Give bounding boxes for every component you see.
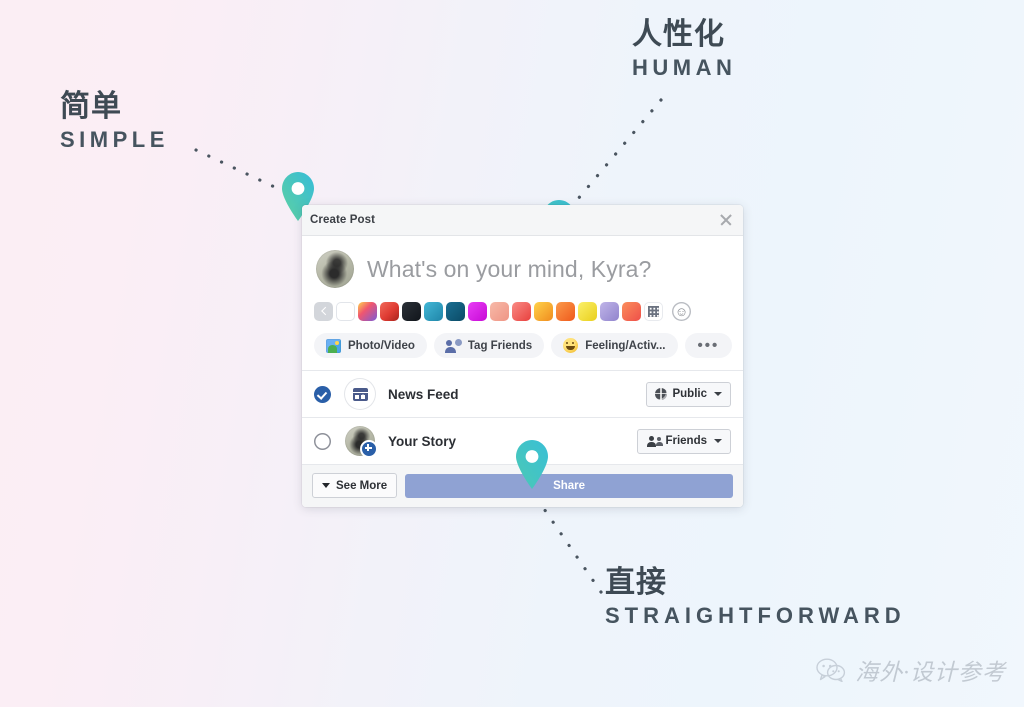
swatch-teal-paper[interactable]: [424, 301, 443, 321]
ellipsis-icon: •••: [697, 336, 720, 354]
watermark: 海外·设计参考: [816, 653, 1006, 687]
see-more-button[interactable]: See More: [312, 473, 398, 498]
more-options-button[interactable]: •••: [684, 333, 733, 358]
audience-friends-label: Friends: [665, 435, 707, 447]
swatch-orange-flame[interactable]: [556, 301, 575, 321]
news-feed-icon: [345, 379, 375, 409]
destination-row-news-feed[interactable]: News Feed Public: [302, 371, 743, 418]
connector-human: [565, 98, 663, 214]
your-story-label: Your Story: [388, 433, 457, 449]
swatch-colorful-burst[interactable]: [358, 301, 377, 321]
close-icon[interactable]: [719, 213, 733, 227]
swatch-smiley-yellow[interactable]: [534, 301, 553, 321]
tag-friends-icon: [444, 338, 462, 353]
news-feed-radio[interactable]: [314, 385, 331, 403]
photo-video-icon: [326, 338, 341, 353]
annotation-straightforward-en: STRAIGHTFORWARD: [605, 602, 906, 628]
swatch-peach-eye[interactable]: [490, 301, 509, 321]
your-story-radio[interactable]: [314, 433, 331, 450]
swatch-grid-more-icon[interactable]: [644, 301, 663, 321]
photo-video-label: Photo/Video: [348, 339, 415, 352]
feeling-activity-button[interactable]: Feeling/Activ...: [551, 333, 678, 358]
news-feed-label: News Feed: [388, 386, 459, 402]
annotation-simple: 简单 SIMPLE: [60, 90, 169, 154]
swatch-magenta[interactable]: [468, 301, 487, 321]
swatch-plain-white[interactable]: [336, 301, 355, 321]
annotation-human-en: HUMAN: [632, 54, 737, 80]
swatch-lavender[interactable]: [600, 301, 619, 321]
dialog-header: Create Post: [302, 205, 743, 236]
annotation-straightforward: 直接 STRAIGHTFORWARD: [605, 566, 906, 630]
background-swatch-strip: ☺: [302, 298, 743, 324]
swatch-red-heart[interactable]: [512, 301, 531, 321]
watermark-text: 海外·设计参考: [855, 660, 1006, 685]
tag-friends-label: Tag Friends: [467, 339, 533, 352]
audience-selector-public[interactable]: Public: [646, 381, 731, 407]
annotation-simple-cn: 简单: [60, 90, 122, 123]
chevron-down-icon: [714, 392, 722, 396]
compose-input[interactable]: What's on your mind, Kyra?: [367, 256, 651, 283]
page-root: 简单 SIMPLE 人性化 HUMAN 直接 STRAIGHTFORWARD C…: [0, 0, 1024, 707]
add-story-plus-icon: [360, 440, 378, 458]
annotation-human-cn: 人性化: [632, 18, 725, 51]
connector-straightforward: [538, 501, 603, 594]
chevron-down-icon: [714, 439, 722, 443]
swatch-navy-blue[interactable]: [446, 301, 465, 321]
swatch-yellow-confetti[interactable]: [578, 301, 597, 321]
chevron-down-icon: [322, 483, 330, 488]
friends-icon: [646, 435, 664, 447]
annotation-simple-en: SIMPLE: [60, 126, 169, 152]
tag-friends-button[interactable]: Tag Friends: [433, 333, 545, 358]
action-pill-row: Photo/Video Tag Friends Feeling/Activ...…: [302, 324, 743, 371]
wechat-icon: [816, 658, 846, 682]
swatch-dark-cloud[interactable]: [402, 301, 421, 321]
story-avatar-icon: [345, 426, 378, 458]
map-pin-straightforward: [515, 440, 549, 490]
audience-selector-friends[interactable]: Friends: [637, 428, 731, 454]
swatch-red-swirl[interactable]: [380, 301, 399, 321]
dialog-title: Create Post: [310, 214, 376, 226]
see-more-label: See More: [336, 479, 388, 492]
feeling-icon: [563, 338, 579, 353]
connector-simple: [194, 148, 285, 193]
annotation-straightforward-cn: 直接: [605, 566, 667, 599]
share-button[interactable]: Share: [405, 473, 733, 498]
photo-video-button[interactable]: Photo/Video: [314, 333, 427, 358]
compose-row: What's on your mind, Kyra?: [302, 236, 743, 298]
swatch-back-arrow-icon[interactable]: [314, 301, 333, 321]
annotation-human: 人性化 HUMAN: [632, 18, 736, 82]
emoji-picker-icon[interactable]: ☺: [672, 302, 691, 321]
swatch-coral-sun[interactable]: [622, 301, 641, 321]
audience-public-label: Public: [672, 388, 707, 400]
globe-icon: [655, 388, 668, 400]
feeling-activity-label: Feeling/Activ...: [585, 339, 666, 352]
user-avatar: [316, 250, 354, 288]
